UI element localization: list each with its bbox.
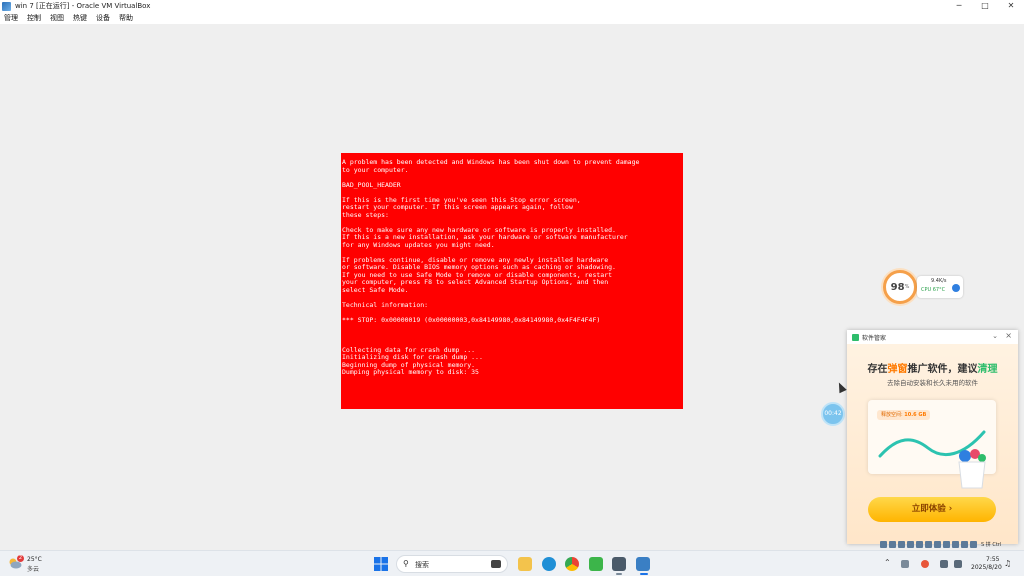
popup-header: 软件管家 ⌄ × — [847, 330, 1018, 344]
vm-shared-folder-icon[interactable] — [925, 541, 932, 548]
bsod-text-line: these steps: — [342, 210, 389, 219]
menu-item-hotkeys[interactable]: 热键 — [73, 13, 87, 23]
virtualbox-taskbar-icon[interactable] — [636, 557, 650, 571]
accelerate-icon[interactable] — [952, 284, 960, 292]
software-manager-popup: 软件管家 ⌄ × 存在弹窗推广软件，建议清理 去除自动安装和长久未用的软件 释放… — [847, 330, 1018, 544]
vm-display-icon[interactable] — [934, 541, 941, 548]
popup-headline: 存在弹窗推广软件，建议清理 — [847, 360, 1018, 375]
window-title: win 7 [正在运行] - Oracle VM VirtualBox — [15, 2, 151, 10]
floating-timer[interactable]: 00:42 — [821, 402, 845, 426]
memory-percent-unit: % — [904, 284, 910, 290]
memory-percent: 98 — [890, 281, 905, 293]
vm-screen-bsod[interactable]: A problem has been detected and Windows … — [341, 153, 683, 409]
headline-mid: 推广软件，建议 — [907, 364, 978, 375]
maximize-button[interactable]: □ — [972, 0, 998, 12]
notification-bell-icon[interactable]: ♫ — [1004, 559, 1011, 568]
vm-mouse-icon[interactable] — [961, 541, 968, 548]
active-indicator — [640, 573, 648, 575]
memory-usage-ring[interactable]: 98% — [883, 270, 917, 304]
show-hidden-icons-icon[interactable]: ⌃ — [884, 558, 891, 567]
temperature: 25°C — [27, 556, 42, 563]
software-manager-logo-icon — [852, 333, 859, 341]
vm-optical-icon[interactable] — [889, 541, 896, 548]
tray-security-icon[interactable] — [921, 560, 929, 568]
clock-date[interactable]: 2025/8/20 — [971, 564, 1002, 571]
bsod-text-line: Technical information: — [342, 300, 429, 309]
popup-brand: 软件管家 — [862, 334, 887, 342]
vm-usb-icon[interactable] — [916, 541, 923, 548]
minimize-button[interactable]: ─ — [946, 0, 972, 12]
menu-item-control[interactable]: 控制 — [27, 13, 41, 23]
vm-recording-icon[interactable] — [943, 541, 950, 548]
weather-badge: 2 — [17, 555, 24, 562]
search-icon: ⚲ — [403, 559, 409, 568]
bsod-text-line: *** STOP: 0x00000019 (0x00000003,0x84149… — [342, 315, 601, 324]
network-cpu-card: 9.4K/s CPU 67°C — [917, 276, 963, 298]
virtualbox-app-icon — [2, 1, 11, 11]
vm-network-icon[interactable] — [907, 541, 914, 548]
headline-pre: 存在 — [867, 364, 888, 375]
chip-value: 10.6 GB — [904, 412, 927, 418]
host-key-label: S 拼 Ctrl — [981, 542, 1002, 548]
popup-subtitle: 去除自动安装和长久未用的软件 — [887, 379, 978, 387]
space-release-chip: 释放空间: 10.6 GB — [877, 410, 931, 420]
file-explorer-icon[interactable] — [518, 557, 532, 571]
tray-app-icon[interactable] — [901, 560, 909, 568]
clock-time[interactable]: 7:55 — [986, 556, 999, 563]
close-button[interactable]: ✕ — [998, 0, 1024, 12]
chrome-browser-icon[interactable] — [565, 557, 579, 571]
bsod-text-line: select Safe Mode. — [342, 285, 409, 294]
vm-disk-icon[interactable] — [880, 541, 887, 548]
app-cube-icon[interactable] — [612, 557, 626, 571]
bsod-text-line: Dumping physical memory to disk: 35 — [342, 368, 479, 376]
vm-cpu-icon[interactable] — [952, 541, 959, 548]
menu-item-manage[interactable]: 管理 — [4, 13, 18, 23]
headline-highlight-2: 清理 — [977, 364, 998, 375]
menu-item-view[interactable]: 视图 — [50, 13, 64, 23]
tray-network-icon[interactable] — [940, 560, 948, 568]
chip-label: 释放空间: — [881, 412, 903, 418]
menu-item-devices[interactable]: 设备 — [96, 13, 110, 23]
bsod-text-line: to your computer. — [342, 165, 409, 174]
try-now-button[interactable]: 立即体验 › — [868, 497, 996, 522]
taskbar: 2 25°C 多云 ⚲ 搜索 ⌃ 7:55 2025/8/20 ♫ — [0, 550, 1024, 576]
chevron-down-icon[interactable]: ⌄ — [992, 332, 998, 340]
windows-start-icon[interactable] — [374, 557, 388, 571]
app-green-icon[interactable] — [589, 557, 603, 571]
vm-status-icons: S 拼 Ctrl — [880, 541, 1024, 550]
vm-keyboard-icon[interactable] — [970, 541, 977, 548]
taskbar-search[interactable]: ⚲ 搜索 — [396, 555, 508, 573]
vm-audio-icon[interactable] — [898, 541, 905, 548]
running-indicator — [616, 573, 622, 575]
edge-browser-icon[interactable] — [542, 557, 556, 571]
title-bar: win 7 [正在运行] - Oracle VM VirtualBox ─ □ … — [0, 0, 1024, 12]
search-placeholder: 搜索 — [415, 561, 429, 569]
weather-condition: 多云 — [27, 566, 40, 573]
trash-bin-icon — [958, 449, 986, 489]
window-controls: ─ □ ✕ — [946, 0, 1024, 12]
menu-item-help[interactable]: 帮助 — [119, 13, 133, 23]
headline-highlight: 弹窗 — [887, 364, 908, 375]
volume-icon[interactable] — [954, 560, 962, 568]
menu-bar: 管理 控制 视图 热键 设备 帮助 — [0, 12, 1024, 24]
bsod-text-line: BAD_POOL_HEADER — [342, 180, 401, 189]
popup-close-icon[interactable]: × — [1005, 331, 1012, 340]
search-highlight-icon — [491, 560, 501, 568]
bsod-text-line: for any Windows updates you might need. — [342, 240, 495, 249]
